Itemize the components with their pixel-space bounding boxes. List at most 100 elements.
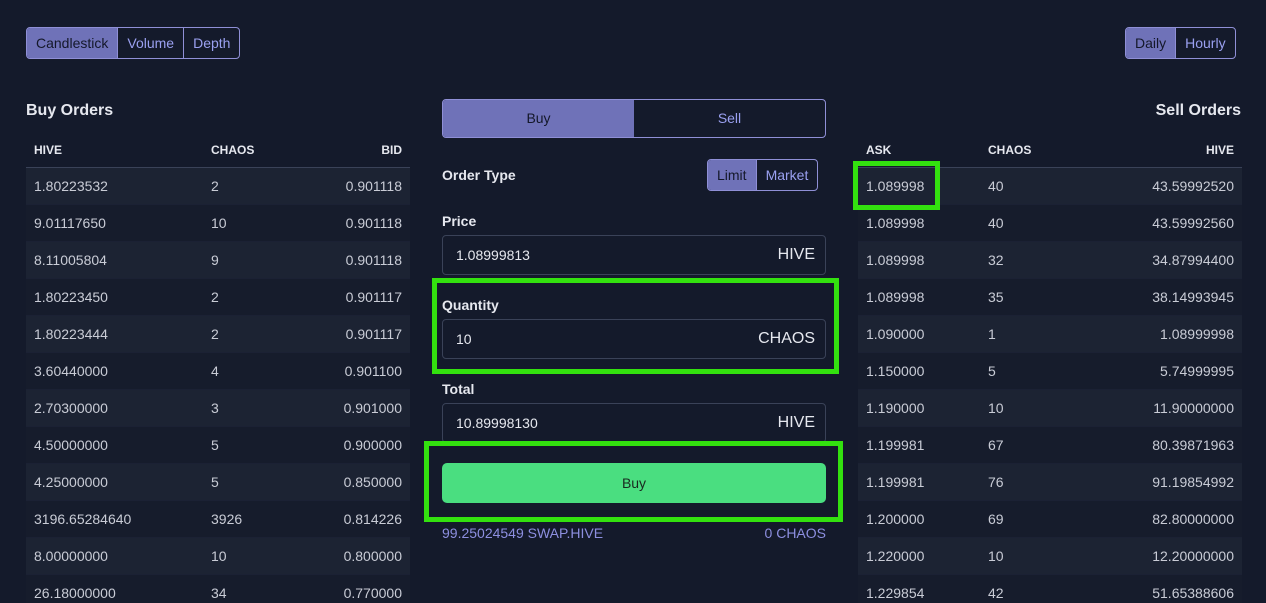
price-unit: HIVE [777,246,815,263]
sell-order-cell: 1.150000 [858,352,980,390]
sell-order-cell: 12.20000000 [1090,537,1242,575]
limit-button[interactable]: Limit [708,160,756,190]
sell-order-cell: 1.089998 [858,241,980,279]
buy-order-cell: 1.80223444 [26,315,203,353]
sell-order-row[interactable]: 1.089998 32 34.87994400 [858,241,1242,279]
tab-buy[interactable]: Buy [443,100,634,137]
buy-order-cell: 4 [203,352,303,390]
hive-balance[interactable]: 99.25024549 SWAP.HIVE [442,525,603,541]
quantity-unit: CHAOS [758,330,815,347]
sell-order-cell: 40 [980,204,1090,242]
buy-order-row[interactable]: 9.01117650 10 0.901118 [26,204,410,242]
buy-order-row[interactable]: 1.80223444 2 0.901117 [26,315,410,353]
sell-order-row[interactable]: 1.090000 1 1.08999998 [858,315,1242,353]
sell-order-cell: 42 [980,574,1090,603]
buy-order-cell: 3926 [203,500,303,538]
order-type-toggle: Limit Market [707,159,819,191]
sell-order-cell: 1.089998 [858,278,980,316]
sell-order-cell: 10 [980,389,1090,427]
tab-sell[interactable]: Sell [634,100,825,137]
buy-order-cell: 4.25000000 [26,463,203,501]
sell-order-row[interactable]: 1.229854 42 51.65388606 [858,574,1242,603]
volume-button[interactable]: Volume [117,28,183,58]
sell-order-row[interactable]: 1.089998 35 38.14993945 [858,278,1242,316]
buy-order-cell: 3 [203,389,303,427]
buy-order-cell: 0.901117 [303,315,410,353]
sell-order-cell: 76 [980,463,1090,501]
total-unit: HIVE [777,414,815,431]
buy-order-row[interactable]: 26.18000000 34 0.770000 [26,574,410,603]
price-input[interactable] [456,247,778,263]
sell-order-row[interactable]: 1.150000 5 5.74999995 [858,352,1242,390]
buy-orders-title: Buy Orders [26,102,114,119]
sell-order-row[interactable]: 1.200000 69 82.80000000 [858,500,1242,538]
sell-order-cell: 43.59992560 [1090,204,1242,242]
sell-order-cell: 43.59992520 [1090,167,1242,205]
sell-order-row[interactable]: 1.199981 76 91.19854992 [858,463,1242,501]
sell-order-cell: 1.199981 [858,426,980,464]
price-label: Price [442,213,477,229]
quantity-input[interactable] [456,331,759,347]
buy-order-row[interactable]: 3196.65284640 3926 0.814226 [26,500,410,538]
buy-col-bid: BID [303,134,410,168]
sell-order-cell: 1.220000 [858,537,980,575]
submit-buy-button[interactable]: Buy [442,463,826,503]
buy-order-cell: 8.11005804 [26,241,203,279]
sell-col-ask: ASK [858,134,980,168]
sell-order-row[interactable]: 1.089998 40 43.59992560 [858,204,1242,242]
buy-order-cell: 9.01117650 [26,204,203,242]
sell-order-cell: 11.90000000 [1090,389,1242,427]
sell-orders-table: ASK CHAOS HIVE 1.089998 40 43.59992520 1.08… [858,134,1242,603]
sell-order-cell: 40 [980,167,1090,205]
sell-order-cell: 51.65388606 [1090,574,1242,603]
buy-order-cell: 0.900000 [303,426,410,464]
sell-order-cell: 1.190000 [858,389,980,427]
sell-order-cell: 5 [980,352,1090,390]
buy-order-cell: 0.901000 [303,389,410,427]
buy-order-cell: 26.18000000 [26,574,203,603]
buy-order-cell: 0.901118 [303,204,410,242]
candlestick-button[interactable]: Candlestick [27,28,118,58]
buy-order-cell: 0.901117 [303,278,410,316]
sell-order-row[interactable]: 1.089998 40 43.59992520 [858,167,1242,205]
sell-orders-title: Sell Orders [1155,102,1241,119]
sell-order-cell: 35 [980,278,1090,316]
daily-button[interactable]: Daily [1126,28,1176,58]
order-type-label: Order Type [442,167,516,183]
buy-order-row[interactable]: 1.80223450 2 0.901117 [26,278,410,316]
chaos-balance[interactable]: 0 CHAOS [765,525,826,541]
buy-order-row[interactable]: 8.11005804 9 0.901118 [26,241,410,279]
buy-order-row[interactable]: 8.00000000 10 0.800000 [26,537,410,575]
sell-order-row[interactable]: 1.220000 10 12.20000000 [858,537,1242,575]
buy-order-cell: 1.80223450 [26,278,203,316]
sell-order-cell: 1.089998 [858,204,980,242]
buy-order-cell: 0.901118 [303,241,410,279]
buy-order-cell: 3196.65284640 [26,500,203,538]
buy-order-row[interactable]: 1.80223532 2 0.901118 [26,167,410,205]
buy-order-cell: 10 [203,537,303,575]
sell-order-cell: 38.14993945 [1090,278,1242,316]
buy-order-cell: 2 [203,315,303,353]
hourly-button[interactable]: Hourly [1175,28,1234,58]
market-button[interactable]: Market [755,160,818,190]
sell-order-cell: 82.80000000 [1090,500,1242,538]
total-input[interactable] [456,415,778,431]
buy-order-cell: 5 [203,463,303,501]
sell-order-cell: 1.090000 [858,315,980,353]
buy-order-row[interactable]: 4.50000000 5 0.900000 [26,426,410,464]
depth-button[interactable]: Depth [183,28,239,58]
buy-order-row[interactable]: 2.70300000 3 0.901000 [26,389,410,427]
sell-order-cell: 1.08999998 [1090,315,1242,353]
buy-order-row[interactable]: 4.25000000 5 0.850000 [26,463,410,501]
sell-order-cell: 91.19854992 [1090,463,1242,501]
sell-order-row[interactable]: 1.190000 10 11.90000000 [858,389,1242,427]
buy-order-cell: 0.800000 [303,537,410,575]
buy-order-cell: 0.901118 [303,167,410,205]
buy-order-cell: 0.901100 [303,352,410,390]
sell-col-chaos: CHAOS [980,134,1090,168]
buy-order-cell: 3.60440000 [26,352,203,390]
buy-order-row[interactable]: 3.60440000 4 0.901100 [26,352,410,390]
sell-order-row[interactable]: 1.199981 67 80.39871963 [858,426,1242,464]
buy-order-cell: 0.814226 [303,500,410,538]
buy-order-cell: 1.80223532 [26,167,203,205]
